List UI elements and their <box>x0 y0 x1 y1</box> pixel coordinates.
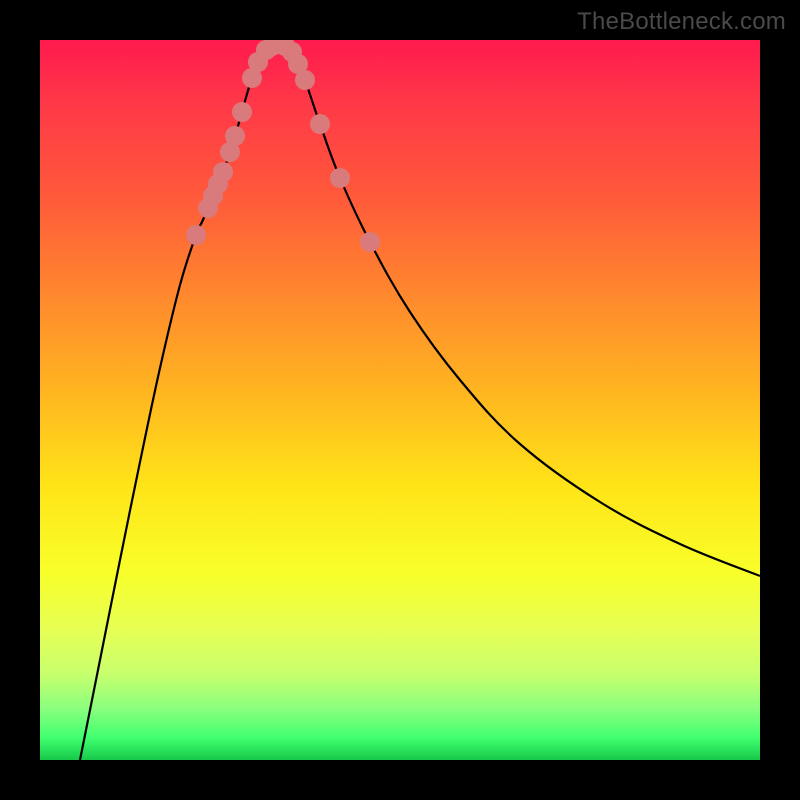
curve-svg <box>40 40 760 760</box>
curve-marker <box>186 225 206 245</box>
curve-marker <box>310 114 330 134</box>
curve-marker <box>232 102 252 122</box>
bottleneck-curve <box>80 44 760 760</box>
curve-markers <box>186 40 380 252</box>
plot-area <box>40 40 760 760</box>
curve-marker <box>330 168 350 188</box>
chart-frame: TheBottleneck.com <box>0 0 800 800</box>
curve-marker <box>225 126 245 146</box>
curve-marker <box>295 70 315 90</box>
curve-marker <box>213 162 233 182</box>
curve-marker <box>360 232 380 252</box>
watermark-text: TheBottleneck.com <box>577 8 786 36</box>
